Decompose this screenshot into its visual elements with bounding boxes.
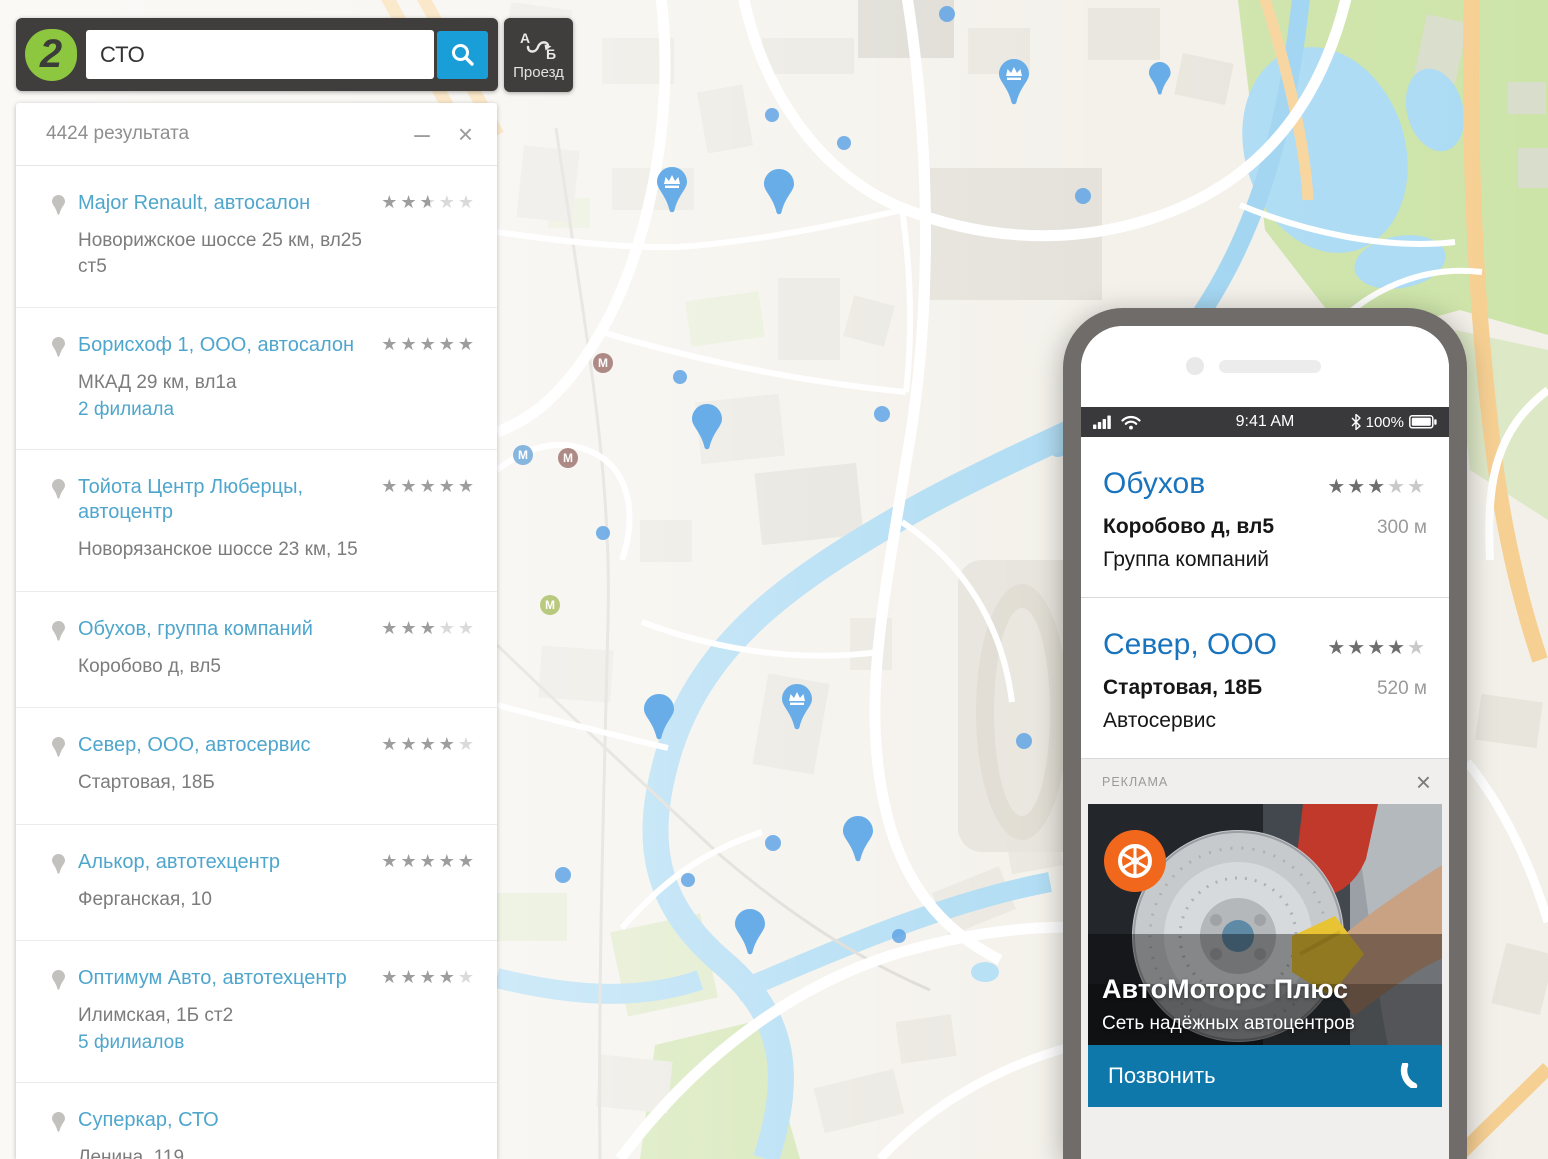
transit-button[interactable]: А Б Проезд: [504, 18, 573, 92]
phone-result-category: Группа компаний: [1103, 548, 1427, 572]
search-bar: 2: [16, 18, 498, 91]
svg-text:А: А: [520, 30, 530, 46]
ad-label: РЕКЛАМА: [1102, 775, 1168, 789]
result-branches-link[interactable]: 2 филиала: [78, 399, 387, 421]
status-time: 9:41 AM: [1081, 413, 1449, 431]
metro-station-icon: М: [598, 356, 608, 370]
2gis-logo[interactable]: 2: [25, 29, 77, 81]
phone-status-bar: 9:41 AM 100%: [1081, 407, 1449, 437]
list-pin-icon: [52, 621, 65, 646]
ad-close-icon[interactable]: ×: [1416, 772, 1431, 793]
result-title-link[interactable]: Оптимум Авто, автотехцентр: [78, 966, 387, 991]
result-list-item[interactable]: Тойота Центр Люберцы, автоцентр Новорязан…: [16, 450, 497, 592]
star-rating: ★★★★★: [381, 476, 477, 497]
phone-results-list: Обухов ★★★★★ Коробово д, вл5 300 м Группа ко…: [1081, 437, 1449, 759]
result-list-item[interactable]: Обухов, группа компаний Коробово д, вл5 ★★…: [16, 592, 497, 709]
list-pin-icon: [52, 737, 65, 762]
results-list: Major Renault, автосалон Новорижское шосс…: [16, 166, 497, 1159]
search-input[interactable]: [86, 30, 434, 79]
list-pin-icon: [52, 195, 65, 220]
result-address: Ферганская, 10: [78, 887, 387, 913]
result-list-item[interactable]: Север, ООО, автосервис Стартовая, 18Б ★★★★…: [16, 708, 497, 825]
ad-advertiser-logo: [1104, 830, 1166, 892]
list-pin-icon: [52, 337, 65, 362]
star-rating: ★★★★★: [381, 334, 477, 355]
phone-result-address: Коробово д, вл5: [1103, 515, 1274, 539]
result-address: Ленина, 119: [78, 1145, 387, 1159]
route-a-b-icon: А Б: [520, 30, 558, 60]
result-title-link[interactable]: Major Renault, автосалон: [78, 191, 387, 216]
results-count: 4424 результата: [46, 123, 189, 145]
phone-bezel-top: [1081, 326, 1449, 407]
result-list-item[interactable]: Суперкар, СТО Ленина, 119: [16, 1083, 497, 1159]
phone-camera-icon: [1186, 357, 1204, 375]
phone-handset-icon: [1397, 1063, 1422, 1088]
result-list-item[interactable]: Алькор, автотехцентр Ферганская, 10 ★★★★★: [16, 825, 497, 942]
call-button[interactable]: Позвонить: [1088, 1045, 1442, 1107]
search-button[interactable]: [437, 31, 488, 79]
wheel-icon: [1113, 839, 1157, 883]
search-icon: [450, 42, 476, 68]
metro-station-icon: М: [563, 451, 573, 465]
result-list-item[interactable]: Major Renault, автосалон Новорижское шосс…: [16, 166, 497, 308]
star-rating: ★★★★★: [381, 851, 477, 872]
call-button-label: Позвонить: [1108, 1063, 1216, 1089]
result-address: Илимская, 1Б ст2: [78, 1003, 387, 1029]
phone-result-address: Стартовая, 18Б: [1103, 676, 1262, 700]
star-rating: ★★★★★: [381, 967, 477, 988]
phone-mockup: 9:41 AM 100% Обухов ★★★★★ Коробово д, вл5 3…: [1063, 308, 1467, 1159]
result-title-link[interactable]: Борисхоф 1, ООО, автосалон: [78, 333, 387, 358]
list-pin-icon: [52, 1112, 65, 1137]
ad-section: РЕКЛАМА ×: [1081, 759, 1449, 1159]
result-list-item[interactable]: Борисхоф 1, ООО, автосалон МКАД 29 км, вл…: [16, 308, 497, 450]
star-rating: ★★★★★: [1327, 628, 1427, 660]
result-title-link[interactable]: Тойота Центр Люберцы, автоцентр: [78, 475, 387, 525]
result-list-item[interactable]: Оптимум Авто, автотехцентр Илимская, 1Б с…: [16, 941, 497, 1083]
ad-title: АвтоМоторс Плюс: [1102, 974, 1355, 1005]
phone-result-title[interactable]: Север, ООО: [1103, 628, 1277, 662]
results-panel: 4424 результата – × Major Renault, автос…: [16, 103, 497, 1159]
phone-speaker: [1219, 360, 1321, 373]
list-pin-icon: [52, 479, 65, 504]
star-rating: ★★★★★: [381, 618, 477, 639]
result-address: Стартовая, 18Б: [78, 770, 387, 796]
result-address: Новорязанское шоссе 23 км, 15: [78, 537, 387, 563]
phone-result-title[interactable]: Обухов: [1103, 467, 1205, 501]
ad-image: АвтоМоторс Плюс Сеть надёжных автоцентро…: [1088, 804, 1442, 1045]
star-rating: ★★★★★: [1327, 467, 1427, 499]
list-pin-icon: [52, 854, 65, 879]
result-address: Коробово д, вл5: [78, 654, 387, 680]
result-title-link[interactable]: Обухов, группа компаний: [78, 617, 387, 642]
phone-result-distance: 520 м: [1377, 678, 1427, 700]
result-title-link[interactable]: Север, ООО, автосервис: [78, 733, 387, 758]
star-rating: ★★★★★★: [381, 192, 477, 213]
transit-label: Проезд: [513, 64, 564, 81]
results-header: 4424 результата – ×: [16, 103, 497, 166]
metro-station-icon: М: [518, 448, 528, 462]
minimize-icon[interactable]: –: [414, 120, 430, 148]
phone-result-item[interactable]: Север, ООО ★★★★★ Стартовая, 18Б 520 м Автосе…: [1081, 598, 1449, 759]
phone-result-item[interactable]: Обухов ★★★★★ Коробово д, вл5 300 м Группа ко…: [1081, 437, 1449, 598]
result-branches-link[interactable]: 5 филиалов: [78, 1032, 387, 1054]
result-address: Новорижское шоссе 25 км, вл25 ст5: [78, 228, 387, 279]
ad-subtitle: Сеть надёжных автоцентров: [1102, 1013, 1355, 1035]
list-pin-icon: [52, 970, 65, 995]
ad-card[interactable]: АвтоМоторс Плюс Сеть надёжных автоцентро…: [1088, 804, 1442, 1107]
metro-station-icon: М: [545, 598, 555, 612]
phone-result-distance: 300 м: [1377, 517, 1427, 539]
result-title-link[interactable]: Алькор, автотехцентр: [78, 850, 387, 875]
star-rating: ★★★★★: [381, 734, 477, 755]
result-title-link[interactable]: Суперкар, СТО: [78, 1108, 387, 1133]
result-address: МКАД 29 км, вл1а: [78, 370, 387, 396]
phone-result-category: Автосервис: [1103, 709, 1427, 733]
close-icon[interactable]: ×: [458, 121, 473, 147]
